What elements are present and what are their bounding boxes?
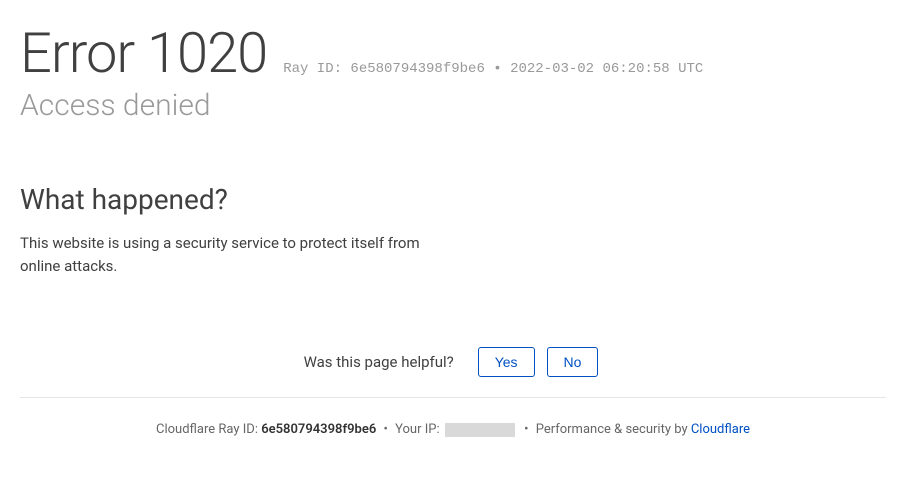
ray-id-label: Ray ID: (283, 61, 342, 77)
separator: • (524, 422, 528, 437)
footer-ip-label: Your IP: (395, 422, 440, 437)
ray-meta: Ray ID: 6e580794398f9be6 • 2022-03-02 06… (283, 61, 703, 77)
what-happened-heading: What happened? (20, 183, 886, 216)
separator: • (383, 422, 387, 437)
ray-id-value: 6e580794398f9be6 (350, 61, 484, 77)
explanation-text: This website is using a security service… (20, 232, 460, 277)
title-line: Error 1020 Ray ID: 6e580794398f9be6 • 20… (20, 20, 886, 86)
no-button[interactable]: No (547, 347, 599, 377)
error-header: Error 1020 Ray ID: 6e580794398f9be6 • 20… (20, 20, 886, 123)
ip-redacted (445, 423, 515, 437)
yes-button[interactable]: Yes (478, 347, 535, 377)
footer-ray-label: Cloudflare Ray ID: (156, 422, 258, 437)
feedback-section: Was this page helpful? Yes No (20, 347, 886, 398)
cloudflare-link[interactable]: Cloudflare (691, 422, 750, 437)
footer-security-label: Performance & security by (536, 422, 688, 437)
timestamp: 2022-03-02 06:20:58 UTC (510, 61, 703, 77)
feedback-label: Was this page helpful? (304, 353, 454, 371)
error-title: Error 1020 (20, 20, 267, 86)
footer: Cloudflare Ray ID: 6e580794398f9be6 • Yo… (20, 422, 886, 437)
footer-ray-id: 6e580794398f9be6 (261, 422, 376, 437)
error-subtitle: Access denied (20, 88, 886, 123)
separator: • (493, 61, 510, 77)
